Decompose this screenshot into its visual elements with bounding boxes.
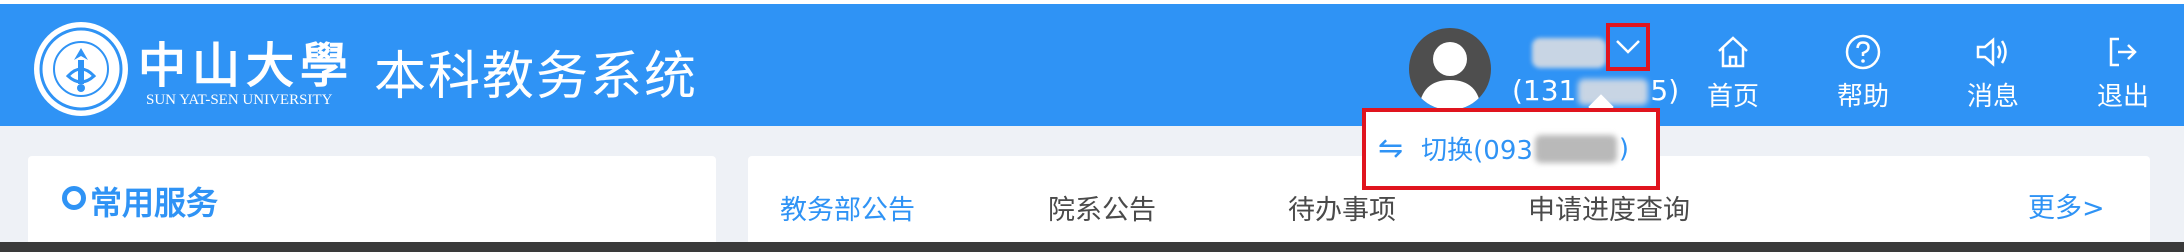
university-emblem-icon: [34, 22, 128, 116]
switch-account-suffix: ): [1618, 133, 1630, 164]
common-services-title: 常用服务: [90, 184, 219, 222]
tab-todo[interactable]: 待办事项: [1288, 188, 1396, 227]
university-logo[interactable]: 中山大學 SUN YAT-SEN UNIVERSITY: [34, 22, 363, 116]
nav-home-label: 首页: [1706, 82, 1759, 112]
brand-text: 中山大學 SUN YAT-SEN UNIVERSITY: [138, 22, 363, 116]
user-avatar[interactable]: [1409, 28, 1491, 110]
user-avatar-icon: [1419, 42, 1481, 110]
redacted-block: [1578, 79, 1649, 105]
user-name-redacted: [1532, 38, 1606, 68]
user-dropdown-toggle[interactable]: [1606, 23, 1650, 71]
user-id-prefix: (131: [1512, 74, 1577, 107]
nav-logout[interactable]: 退出: [2078, 32, 2168, 113]
swap-arrows-icon: ⇋: [1378, 131, 1404, 166]
nav-help-label: 帮助: [1836, 82, 1889, 112]
brand-name-cn: 中山大學: [138, 38, 355, 94]
user-id-suffix: 5): [1650, 74, 1680, 107]
help-icon: [1818, 32, 1908, 72]
common-services-card: 常用服务: [28, 156, 716, 252]
header-bar: 中山大學 SUN YAT-SEN UNIVERSITY 本科教务系统 (131 5…: [0, 4, 2184, 126]
ring-bullet-icon: [62, 186, 86, 210]
chevron-down-icon: [1616, 40, 1640, 54]
nav-messages[interactable]: 消息: [1948, 32, 2038, 113]
logout-icon: [2078, 32, 2168, 72]
switch-account-item[interactable]: ⇋ 切换(093): [1378, 130, 1629, 167]
tab-application-progress[interactable]: 申请进度查询: [1528, 188, 1690, 227]
home-icon: [1688, 32, 1778, 72]
nav-logout-label: 退出: [2096, 82, 2149, 112]
system-title: 本科教务系统: [374, 47, 699, 107]
user-dropdown-menu: ⇋ 切换(093): [1362, 108, 1660, 190]
nav-help[interactable]: 帮助: [1818, 32, 1908, 113]
nav-home[interactable]: 首页: [1688, 32, 1778, 113]
switch-account-prefix: 切换(093: [1421, 136, 1533, 166]
tab-department-notice[interactable]: 院系公告: [1048, 188, 1156, 227]
brand-name-en: SUN YAT-SEN UNIVERSITY: [146, 92, 333, 108]
speaker-icon: [1948, 32, 2038, 72]
tab-academic-notice[interactable]: 教务部公告: [780, 188, 915, 227]
redacted-block: [1534, 134, 1617, 163]
more-link[interactable]: 更多>: [2028, 186, 2105, 225]
nav-messages-label: 消息: [1966, 82, 2019, 112]
bottom-strip: [0, 242, 2184, 252]
